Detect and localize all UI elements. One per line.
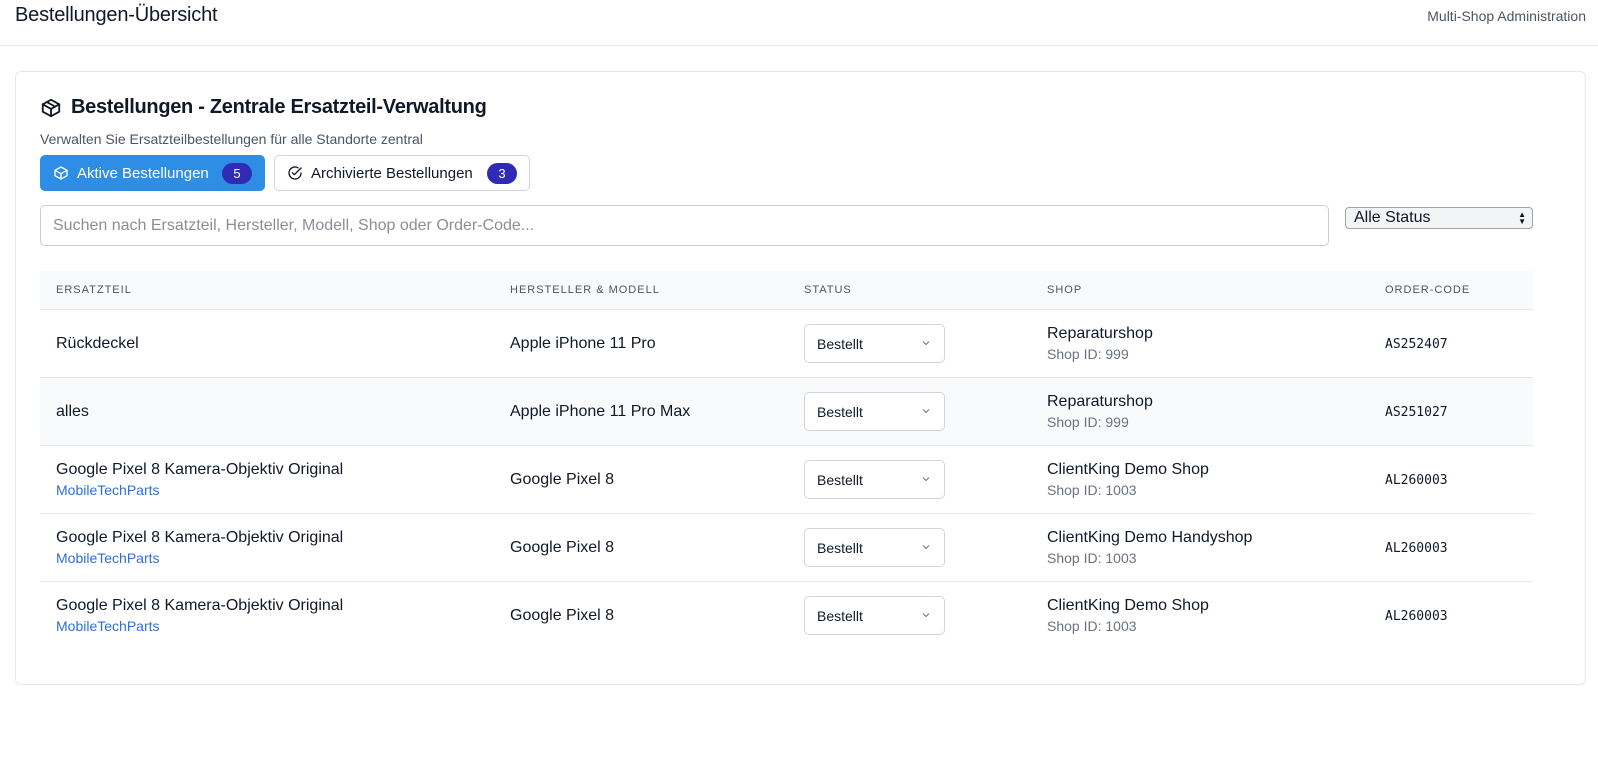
chevron-down-icon: [920, 540, 932, 556]
status-value: Bestellt: [817, 607, 863, 624]
status-cell: Bestellt: [804, 528, 945, 567]
shop-cell: ClientKing Demo Handyshop Shop ID: 1003: [1047, 529, 1252, 566]
order-code: AL260003: [1385, 473, 1448, 488]
status-filter-select[interactable]: Alle Status ▲ ▼: [1345, 207, 1533, 229]
part-cell: Google Pixel 8 Kamera-Objektiv Original …: [56, 529, 343, 566]
part-cell: Rückdeckel: [56, 335, 139, 353]
shop-name: Reparaturshop: [1047, 325, 1153, 342]
shop-cell: Reparaturshop Shop ID: 999: [1047, 393, 1153, 430]
order-code: AL260003: [1385, 609, 1448, 624]
status-value: Bestellt: [817, 335, 863, 352]
shop-id: Shop ID: 999: [1047, 414, 1129, 430]
card-title: Bestellungen - Zentrale Ersatzteil-Verwa…: [40, 96, 487, 119]
status-cell: Bestellt: [804, 460, 945, 499]
status-value: Bestellt: [817, 403, 863, 420]
part-cell: Google Pixel 8 Kamera-Objektiv Original …: [56, 597, 343, 634]
card-description: Verwalten Sie Ersatzteilbestellungen für…: [40, 131, 423, 147]
tab-active-orders[interactable]: Aktive Bestellungen 5: [40, 155, 265, 191]
order-tabs: Aktive Bestellungen 5 Archivierte Bestel…: [40, 155, 530, 191]
status-select[interactable]: Bestellt: [804, 528, 945, 567]
count-badge: 5: [222, 162, 252, 184]
column-header-model: Hersteller & Modell: [510, 284, 660, 296]
shop-id: Shop ID: 1003: [1047, 550, 1137, 566]
model-cell: Apple iPhone 11 Pro: [510, 335, 656, 352]
search-input[interactable]: [40, 205, 1329, 246]
part-name: Google Pixel 8 Kamera-Objektiv Original: [56, 461, 344, 478]
column-header-order-code: Order-Code: [1385, 284, 1471, 296]
part-name: Google Pixel 8 Kamera-Objektiv Original: [56, 529, 344, 546]
chevron-down-icon: [920, 404, 932, 420]
page-title: Bestellungen-Übersicht: [15, 4, 218, 26]
shop-name: ClientKing Demo Shop: [1047, 461, 1209, 478]
status-cell: Bestellt: [804, 596, 945, 635]
shop-name: ClientKing Demo Shop: [1047, 597, 1209, 614]
table-header: Ersatzteil Hersteller & Modell Status Sh…: [40, 271, 1533, 310]
part-name: alles: [56, 403, 89, 420]
shop-name: Reparaturshop: [1047, 393, 1153, 410]
tab-label: Archivierte Bestellungen: [311, 164, 473, 182]
shop-id: Shop ID: 1003: [1047, 482, 1137, 498]
tab-label: Aktive Bestellungen: [77, 164, 209, 182]
table-row[interactable]: Google Pixel 8 Kamera-Objektiv Original …: [40, 514, 1533, 582]
card-heading: Bestellungen - Zentrale Ersatzteil-Verwa…: [71, 96, 487, 118]
supplier-link[interactable]: MobileTechParts: [56, 618, 343, 634]
supplier-link[interactable]: MobileTechParts: [56, 482, 343, 498]
status-value: Bestellt: [817, 539, 863, 556]
status-select[interactable]: Bestellt: [804, 460, 945, 499]
shop-id: Shop ID: 1003: [1047, 618, 1137, 634]
part-cell: Google Pixel 8 Kamera-Objektiv Original …: [56, 461, 343, 498]
package-icon: [40, 97, 62, 119]
order-code: AS251027: [1385, 405, 1448, 420]
table-row[interactable]: alles Apple iPhone 11 Pro Max Bestellt R…: [40, 378, 1533, 446]
part-name: Rückdeckel: [56, 335, 139, 352]
part-name: Google Pixel 8 Kamera-Objektiv Original: [56, 597, 344, 614]
chevron-down-icon: [920, 472, 932, 488]
status-select[interactable]: Bestellt: [804, 324, 945, 363]
status-select[interactable]: Bestellt: [804, 596, 945, 635]
model-cell: Apple iPhone 11 Pro Max: [510, 403, 691, 420]
status-filter-value: Alle Status: [1354, 209, 1431, 226]
chevron-down-icon: [920, 608, 932, 624]
status-select[interactable]: Bestellt: [804, 392, 945, 431]
table-row[interactable]: Google Pixel 8 Kamera-Objektiv Original …: [40, 582, 1533, 650]
model-cell: Google Pixel 8: [510, 607, 615, 624]
shop-cell: ClientKing Demo Shop Shop ID: 1003: [1047, 461, 1209, 498]
count-badge: 3: [487, 162, 517, 184]
model-cell: Google Pixel 8: [510, 539, 615, 556]
table-row[interactable]: Rückdeckel Apple iPhone 11 Pro Bestellt …: [40, 310, 1533, 378]
model-cell: Google Pixel 8: [510, 471, 615, 488]
shop-cell: Reparaturshop Shop ID: 999: [1047, 325, 1153, 362]
column-header-part: Ersatzteil: [56, 284, 132, 296]
package-icon: [53, 165, 69, 181]
status-cell: Bestellt: [804, 324, 945, 363]
table-row[interactable]: Google Pixel 8 Kamera-Objektiv Original …: [40, 446, 1533, 514]
orders-card: Bestellungen - Zentrale Ersatzteil-Verwa…: [15, 71, 1586, 685]
tab-archived-orders[interactable]: Archivierte Bestellungen 3: [274, 155, 530, 191]
check-circle-icon: [287, 165, 303, 181]
orders-table: Ersatzteil Hersteller & Modell Status Sh…: [40, 271, 1533, 650]
top-bar: Bestellungen-Übersicht Multi-Shop Admini…: [0, 0, 1598, 46]
status-cell: Bestellt: [804, 392, 945, 431]
shop-id: Shop ID: 999: [1047, 346, 1129, 362]
column-header-shop: Shop: [1047, 284, 1083, 296]
column-header-status: Status: [804, 284, 852, 296]
supplier-link[interactable]: MobileTechParts: [56, 550, 343, 566]
order-code: AS252407: [1385, 337, 1448, 352]
order-code: AL260003: [1385, 541, 1448, 556]
part-cell: alles: [56, 403, 89, 421]
header-subtitle: Multi-Shop Administration: [1427, 8, 1586, 24]
shop-name: ClientKing Demo Handyshop: [1047, 529, 1253, 546]
status-value: Bestellt: [817, 471, 863, 488]
select-arrows-icon: ▲ ▼: [1518, 210, 1526, 226]
shop-cell: ClientKing Demo Shop Shop ID: 1003: [1047, 597, 1209, 634]
chevron-down-icon: [920, 336, 932, 352]
